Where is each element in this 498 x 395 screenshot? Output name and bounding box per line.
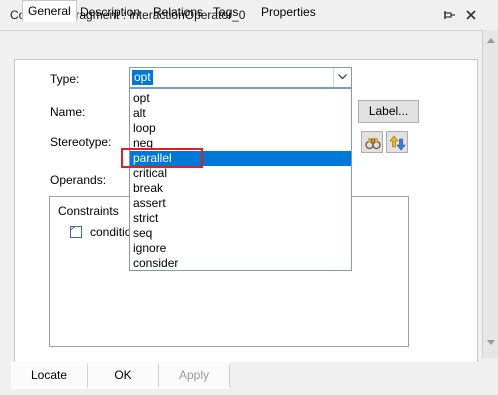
highlight-box: [121, 148, 203, 168]
option-critical[interactable]: critical: [130, 166, 351, 181]
name-label: Name:: [50, 105, 86, 119]
option-alt[interactable]: alt: [130, 106, 351, 121]
footer-divider: [229, 364, 230, 387]
label-button[interactable]: Label...: [358, 100, 419, 123]
option-assert[interactable]: assert: [130, 196, 351, 211]
scroll-down-icon[interactable]: [487, 340, 495, 345]
chevron-down-icon[interactable]: [333, 68, 351, 87]
option-ignore[interactable]: ignore: [130, 241, 351, 256]
tab-tags[interactable]: Tags: [208, 3, 243, 21]
option-break[interactable]: break: [130, 181, 351, 196]
vertical-scrollbar[interactable]: [482, 30, 498, 358]
type-label: Type:: [50, 72, 80, 86]
pin-icon[interactable]: [444, 9, 456, 21]
option-consider[interactable]: consider: [130, 256, 351, 271]
tree-node-condition[interactable]: conditio: [90, 225, 131, 239]
apply-button[interactable]: Apply: [159, 362, 229, 389]
type-value: opt: [132, 70, 153, 85]
up-down-arrows-icon: [390, 135, 406, 151]
tab-properties[interactable]: Properties: [256, 3, 321, 21]
browse-stereotype-button[interactable]: [361, 131, 383, 153]
option-strict[interactable]: strict: [130, 211, 351, 226]
constraint-icon: [70, 226, 82, 238]
option-loop[interactable]: loop: [130, 121, 351, 136]
type-combo[interactable]: opt: [129, 67, 352, 88]
operands-label: Operands:: [50, 173, 107, 187]
type-dropdown-list[interactable]: opt alt loop neg parallel critical break…: [129, 88, 352, 271]
ok-button[interactable]: OK: [88, 362, 158, 389]
tab-description[interactable]: Description: [75, 3, 145, 21]
tab-relations[interactable]: Relations: [148, 3, 208, 21]
option-seq[interactable]: seq: [130, 226, 351, 241]
option-opt[interactable]: opt: [130, 91, 351, 106]
tab-general[interactable]: General: [22, 0, 77, 22]
locate-button[interactable]: Locate: [11, 362, 87, 389]
binoculars-icon: [365, 138, 381, 150]
tree-node-constraints[interactable]: Constraints: [58, 204, 119, 218]
close-icon[interactable]: [465, 9, 477, 21]
scroll-up-icon[interactable]: [487, 38, 495, 43]
stereotype-label: Stereotype:: [50, 135, 112, 149]
sort-stereotype-button[interactable]: [386, 131, 408, 153]
